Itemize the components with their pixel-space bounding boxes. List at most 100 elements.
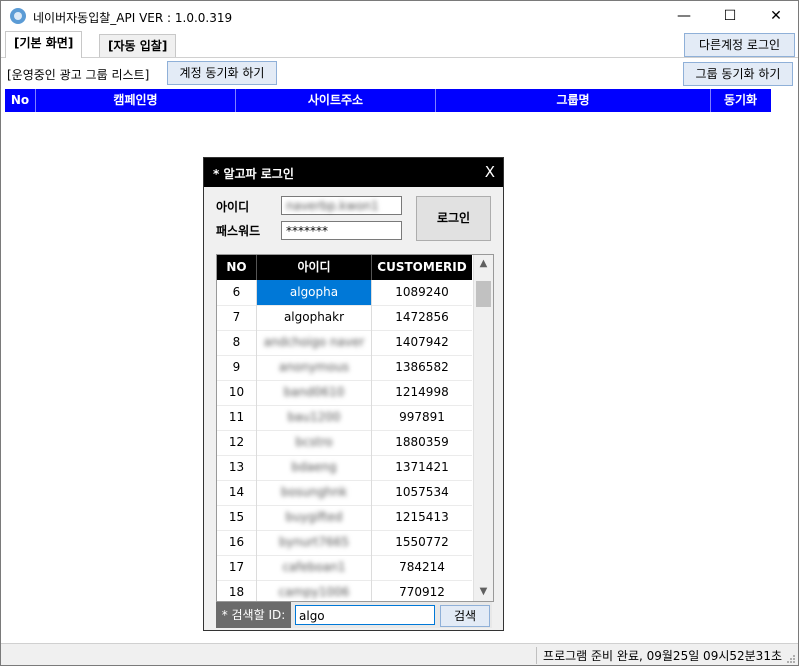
row-id: andchoigo naver: [257, 330, 372, 355]
row-no-text: 15: [228, 510, 245, 524]
row-no: 12: [217, 430, 257, 455]
row-customerid: 1407942: [372, 330, 472, 355]
scroll-up-icon[interactable]: ▲: [474, 255, 493, 272]
window-title: 네이버자동입찰_API VER : 1.0.0.319: [33, 11, 233, 25]
header-customerid[interactable]: CUSTOMERID: [372, 255, 472, 280]
account-row[interactable]: 10 band0610 1214998: [217, 380, 472, 406]
row-no-text: 10: [228, 385, 245, 399]
row-customerid: 1880359: [372, 430, 472, 455]
account-sync-button[interactable]: 계정 동기화 하기: [167, 61, 277, 85]
account-row[interactable]: 16 bynurt7665 1550772: [217, 530, 472, 556]
row-no: 17: [217, 555, 257, 580]
column-header-no[interactable]: No: [5, 89, 36, 112]
search-input[interactable]: algo: [295, 605, 435, 625]
column-header-sync[interactable]: 동기화: [711, 89, 770, 112]
row-id: cafeboan1: [257, 555, 372, 580]
row-customerid: 784214: [372, 555, 472, 580]
status-bar: 프로그램 준비 완료, 09월25일 09시52분31초: [1, 643, 798, 665]
close-button[interactable]: ✕: [753, 1, 798, 31]
dialog-title: * 알고파 로그인: [213, 167, 294, 181]
row-id-text: algophakr: [283, 310, 345, 324]
login-button[interactable]: 로그인: [416, 196, 491, 241]
row-customerid-text: 1550772: [395, 535, 449, 549]
row-no: 10: [217, 380, 257, 405]
other-account-login-button[interactable]: 다른계정 로그인: [684, 33, 795, 57]
column-header-site-url[interactable]: 사이트주소: [236, 89, 436, 112]
row-customerid: 1089240: [372, 280, 472, 305]
row-id: buygifted: [257, 505, 372, 530]
row-id-text: buygifted: [285, 510, 343, 524]
row-customerid: 1214998: [372, 380, 472, 405]
row-id: bosunghnk: [257, 480, 372, 505]
header-id[interactable]: 아이디: [257, 255, 372, 280]
tab-basic-screen[interactable]: [기본 화면]: [5, 31, 83, 58]
row-customerid: 1386582: [372, 355, 472, 380]
account-row[interactable]: 13 bdaeng 1371421: [217, 455, 472, 481]
account-row[interactable]: 11 bau1200 997891: [217, 405, 472, 431]
row-id-text: bynurt7665: [278, 535, 350, 549]
account-row[interactable]: 6 algopha 1089240: [217, 280, 472, 306]
row-no: 15: [217, 505, 257, 530]
row-no-text: 17: [228, 560, 245, 574]
row-id-text: algopha: [289, 285, 339, 299]
id-field[interactable]: naverbp.kwon1: [281, 196, 402, 215]
group-sync-button[interactable]: 그룹 동기화 하기: [683, 62, 793, 86]
dialog-title-bar: * 알고파 로그인 X: [204, 158, 503, 187]
search-button[interactable]: 검색: [440, 605, 490, 627]
account-row[interactable]: 15 buygifted 1215413: [217, 505, 472, 531]
row-id: anonymous: [257, 355, 372, 380]
maximize-button[interactable]: ☐: [707, 1, 753, 31]
row-customerid-text: 1214998: [395, 385, 449, 399]
row-id-text: bcstro: [295, 435, 333, 449]
row-id: band0610: [257, 380, 372, 405]
row-no: 8: [217, 330, 257, 355]
search-label: * 검색할 ID:: [216, 602, 291, 628]
column-header-campaign[interactable]: 캠페인명: [36, 89, 236, 112]
tab-auto-bid[interactable]: [자동 입찰]: [99, 34, 177, 57]
header-no[interactable]: NO: [217, 255, 257, 280]
row-no-text: 18: [228, 585, 245, 599]
vertical-scrollbar[interactable]: ▲ ▼: [473, 255, 493, 601]
search-bar: * 검색할 ID: algo 검색: [216, 602, 492, 628]
password-field[interactable]: *******: [281, 221, 402, 240]
row-customerid-text: 1057534: [395, 485, 449, 499]
row-no-text: 8: [232, 335, 241, 349]
row-customerid-text: 1472856: [395, 310, 449, 324]
account-row[interactable]: 7 algophakr 1472856: [217, 305, 472, 331]
id-label: 아이디: [216, 200, 250, 214]
minimize-button[interactable]: —: [661, 1, 707, 31]
row-customerid-text: 1215413: [395, 510, 449, 524]
row-no-text: 16: [228, 535, 245, 549]
row-no-text: 12: [228, 435, 245, 449]
account-row[interactable]: 17 cafeboan1 784214: [217, 555, 472, 581]
row-no: 16: [217, 530, 257, 555]
row-id-text: band0610: [283, 385, 345, 399]
row-id-text: campy1006: [278, 585, 350, 599]
row-customerid-text: 1880359: [395, 435, 449, 449]
row-no-text: 13: [228, 460, 245, 474]
row-no: 14: [217, 480, 257, 505]
row-id: bdaeng: [257, 455, 372, 480]
account-row[interactable]: 14 bosunghnk 1057534: [217, 480, 472, 506]
app-icon: [10, 8, 26, 24]
resize-grip-icon[interactable]: [786, 654, 796, 664]
row-customerid-text: 770912: [399, 585, 445, 599]
scroll-down-icon[interactable]: ▼: [474, 583, 493, 600]
title-bar: 네이버자동입찰_API VER : 1.0.0.319 — ☐ ✕: [1, 1, 798, 31]
account-row[interactable]: 8 andchoigo naver 1407942: [217, 330, 472, 356]
column-header-group-name[interactable]: 그룹명: [436, 89, 711, 112]
row-customerid: 1371421: [372, 455, 472, 480]
dialog-close-icon[interactable]: X: [485, 163, 495, 181]
scroll-thumb[interactable]: [476, 281, 491, 307]
row-customerid-text: 1089240: [395, 285, 449, 299]
row-id-text: bosunghnk: [280, 485, 348, 499]
account-row[interactable]: 9 anonymous 1386582: [217, 355, 472, 381]
status-text: 프로그램 준비 완료, 09월25일 09시52분31초: [536, 647, 782, 664]
row-no-text: 14: [228, 485, 245, 499]
account-row[interactable]: 18 campy1006 770912: [217, 580, 472, 601]
account-row[interactable]: 12 bcstro 1880359: [217, 430, 472, 456]
row-no-text: 6: [232, 285, 241, 299]
section-label: [운영중인 광고 그룹 리스트]: [7, 68, 150, 82]
login-dialog: * 알고파 로그인 X 아이디 naverbp.kwon1 패스워드 *****…: [203, 157, 504, 631]
row-customerid: 1472856: [372, 305, 472, 330]
